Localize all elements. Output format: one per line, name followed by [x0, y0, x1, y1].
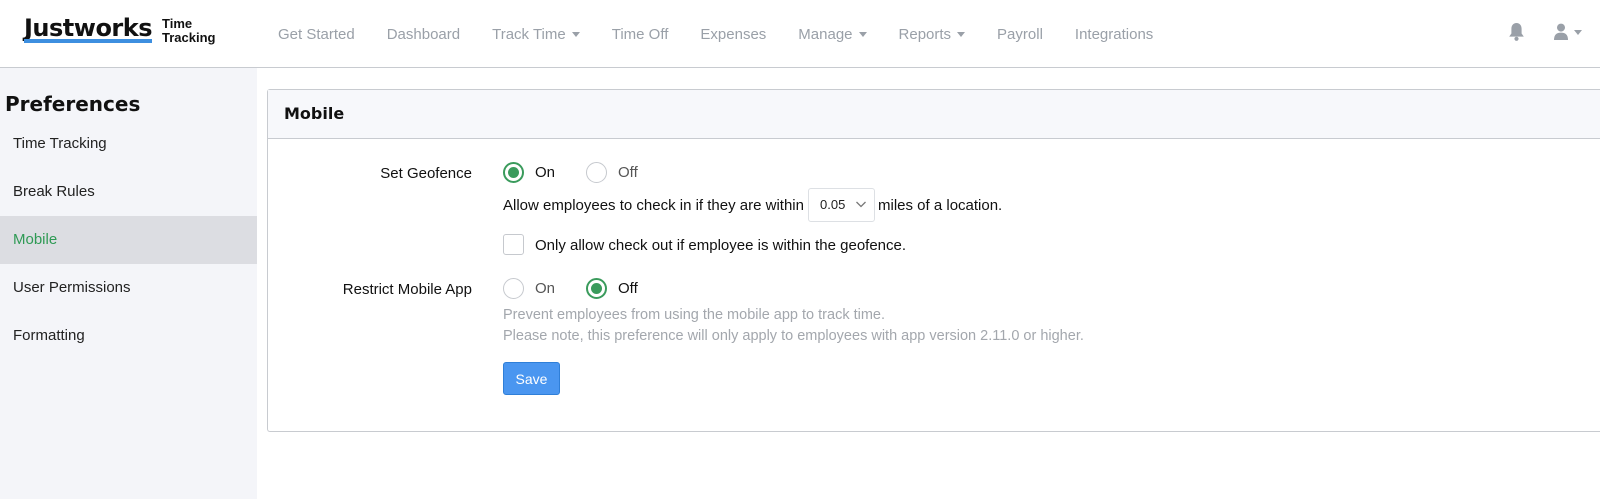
nav-get-started[interactable]: Get Started — [262, 26, 371, 43]
restrict-off-radio[interactable] — [586, 278, 608, 299]
sidebar-item-time-tracking[interactable]: Time Tracking — [0, 120, 257, 168]
nav-integrations[interactable]: Integrations — [1059, 26, 1169, 43]
save-button[interactable]: Save — [503, 362, 560, 395]
nav-manage[interactable]: Manage — [782, 26, 882, 43]
justworks-logo[interactable]: Justworks Time Tracking — [24, 14, 215, 45]
nav-time-off[interactable]: Time Off — [596, 26, 685, 43]
geofence-distance-value: 0.05 — [820, 197, 846, 212]
nav-track-time-label: Track Time — [492, 25, 566, 43]
nav-reports-label: Reports — [898, 25, 952, 43]
restrict-on-label[interactable]: On — [535, 280, 555, 297]
main-nav: Get Started Dashboard Track Time Time Of… — [262, 0, 1169, 68]
logo-subtitle-line2: Tracking — [162, 30, 216, 45]
checkout-geofence-label[interactable]: Only allow check out if employee is with… — [535, 237, 906, 254]
chevron-down-icon — [856, 201, 866, 208]
caret-down-icon — [571, 31, 580, 37]
sidebar-item-formatting[interactable]: Formatting — [0, 312, 257, 360]
bell-icon[interactable] — [1508, 22, 1526, 42]
nav-track-time[interactable]: Track Time — [476, 26, 596, 43]
geofence-distance-suffix: miles of a location. — [878, 197, 1003, 214]
logo-subtitle: Time Tracking — [162, 17, 215, 45]
nav-payroll[interactable]: Payroll — [981, 26, 1059, 43]
sidebar-item-mobile[interactable]: Mobile — [0, 216, 257, 264]
restrict-off-label[interactable]: Off — [618, 280, 638, 297]
restrict-on-radio[interactable] — [503, 278, 524, 299]
header-actions — [1508, 22, 1582, 42]
set-geofence-label: Set Geofence — [380, 165, 472, 182]
checkout-geofence-checkbox[interactable] — [503, 234, 524, 255]
top-navigation-bar: Justworks Time Tracking Get Started Dash… — [0, 0, 1600, 68]
user-icon — [1554, 23, 1568, 40]
geofence-on-radio[interactable] — [503, 162, 524, 183]
geofence-on-label[interactable]: On — [535, 164, 555, 181]
caret-down-icon — [1574, 29, 1582, 35]
geofence-radio-group: On Off — [503, 162, 669, 183]
restrict-note-1: Prevent employees from using the mobile … — [503, 307, 886, 323]
geofence-off-radio[interactable] — [586, 162, 608, 183]
preferences-sidebar: Preferences Time Tracking Break Rules Mo… — [0, 68, 257, 499]
nav-reports[interactable]: Reports — [883, 26, 982, 43]
sidebar-item-user-permissions[interactable]: User Permissions — [0, 264, 257, 312]
caret-down-icon — [858, 31, 867, 37]
geofence-distance-select[interactable]: 0.05 — [808, 188, 875, 222]
restrict-mobile-app-label: Restrict Mobile App — [342, 281, 472, 298]
geofence-off-label[interactable]: Off — [618, 164, 638, 181]
caret-down-icon — [957, 31, 966, 37]
logo-wordmark: Justworks — [24, 14, 153, 43]
nav-dashboard[interactable]: Dashboard — [371, 26, 476, 43]
restrict-radio-group: On Off — [503, 278, 669, 299]
sidebar-title: Preferences — [5, 92, 141, 116]
nav-expenses[interactable]: Expenses — [684, 26, 782, 43]
restrict-note-2: Please note, this preference will only a… — [503, 328, 1084, 344]
nav-manage-label: Manage — [798, 25, 853, 43]
sidebar-item-break-rules[interactable]: Break Rules — [0, 168, 257, 216]
logo-subtitle-line1: Time — [162, 16, 193, 31]
panel-title: Mobile — [268, 90, 1600, 139]
user-menu[interactable] — [1554, 23, 1582, 41]
mobile-settings-panel: Mobile — [267, 89, 1600, 432]
geofence-distance-prefix: Allow employees to check in if they are … — [503, 197, 804, 214]
